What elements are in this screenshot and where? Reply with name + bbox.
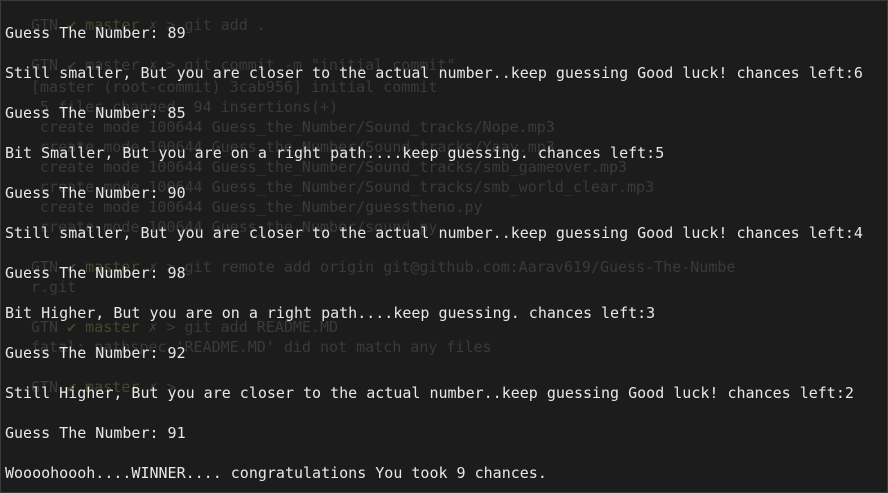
game-output: Guess The Number: 89 Still smaller, But … (5, 23, 885, 492)
guess-prompt-line: Guess The Number: 85 (5, 104, 186, 122)
guess-prompt-line: Guess The Number: 90 (5, 184, 186, 202)
hint-message-line: Bit Smaller, But you are on a right path… (5, 144, 665, 162)
hint-message-line: Bit Higher, But you are on a right path.… (5, 304, 656, 322)
guess-prompt-line: Guess The Number: 92 (5, 344, 186, 362)
winner-message-line: Woooohoooh....WINNER.... congratulations… (5, 464, 547, 482)
hint-message-line: Still Higher, But you are closer to the … (5, 384, 854, 402)
hint-message-line: Still smaller, But you are closer to the… (5, 224, 863, 242)
terminal-window[interactable]: GTN ✔ master ✗ > git add . GTN ✔ master … (0, 0, 888, 493)
guess-prompt-line: Guess The Number: 89 (5, 24, 186, 42)
guess-prompt-line: Guess The Number: 91 (5, 424, 186, 442)
hint-message-line: Still smaller, But you are closer to the… (5, 64, 863, 82)
guess-prompt-line: Guess The Number: 98 (5, 264, 186, 282)
